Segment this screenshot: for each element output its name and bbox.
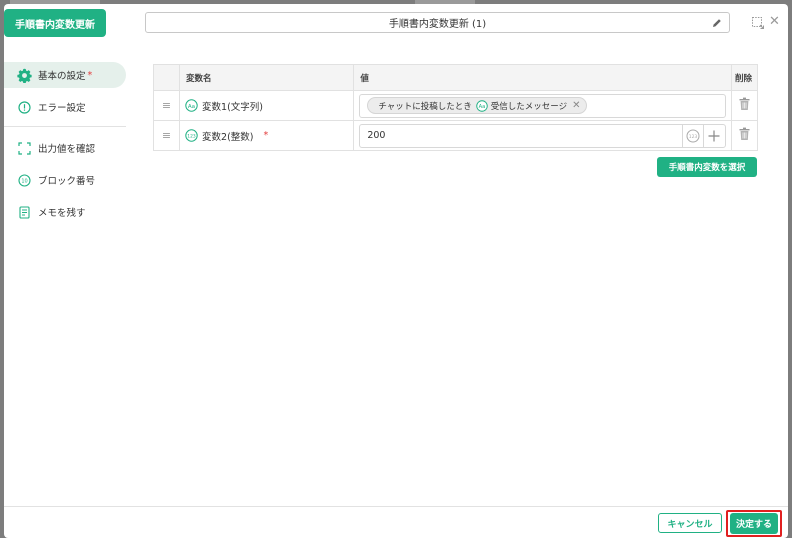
table-row: ≡ Aa 変数1(文字列) チャットに投稿したとき Aa 受信したメッセージ ✕ xyxy=(153,90,759,121)
sidebar-item-label: エラー設定 xyxy=(38,103,86,114)
value-field[interactable]: チャットに投稿したとき Aa 受信したメッセージ ✕ xyxy=(359,93,726,118)
dialog: 手順書内変数更新 手順書内変数更新 (1) ✕ 基本の設定 * エラー設定 出力… xyxy=(4,4,788,538)
value-text: 200 xyxy=(367,130,386,141)
gear-icon xyxy=(16,67,32,83)
chip-label: 受信したメッセージ xyxy=(490,101,568,112)
settings-sidebar: 基本の設定 * エラー設定 出力値を確認 10 ブロック番号 メモを残す xyxy=(4,62,126,225)
variable-chip[interactable]: チャットに投稿したとき Aa 受信したメッセージ ✕ xyxy=(367,97,588,114)
trash-icon[interactable] xyxy=(738,97,751,111)
block-title-field[interactable]: 手順書内変数更新 (1) xyxy=(145,12,730,33)
variables-table: 変数名 値 削除 ≡ Aa 変数1(文字列) チャットに投稿したとき Aa 受信… xyxy=(153,64,759,151)
header-delete: 削除 xyxy=(731,64,759,91)
chip-prefix: チャットに投稿したとき xyxy=(378,101,472,112)
required-mark: * xyxy=(263,130,269,141)
header-drag xyxy=(153,64,181,91)
close-icon[interactable]: ✕ xyxy=(769,15,783,29)
alert-circle-icon xyxy=(16,99,32,115)
number-badge-icon: 10 xyxy=(16,172,32,188)
type-icon-text: Aa xyxy=(188,104,195,110)
variable-name: 変数2(整数) xyxy=(202,131,254,143)
insert-number-icon[interactable]: 123 xyxy=(686,129,700,143)
divider xyxy=(681,124,683,147)
sidebar-item-leave-memo[interactable]: メモを残す xyxy=(4,199,126,225)
number-type-icon: 123 xyxy=(185,129,202,142)
variable-name: 変数1(文字列) xyxy=(202,101,263,113)
svg-text:123: 123 xyxy=(689,133,698,139)
memo-icon xyxy=(16,204,32,220)
block-type-tag: 手順書内変数更新 xyxy=(4,9,106,37)
sidebar-item-error-settings[interactable]: エラー設定 xyxy=(4,94,126,120)
expand-icon[interactable] xyxy=(751,16,765,30)
block-title-text: 手順書内変数更新 (1) xyxy=(388,19,487,30)
sidebar-divider xyxy=(4,126,126,127)
sidebar-item-basic-settings[interactable]: 基本の設定 * xyxy=(4,62,126,88)
svg-text:10: 10 xyxy=(21,178,27,184)
drag-handle[interactable]: ≡ xyxy=(162,99,171,112)
frame-icon xyxy=(16,140,32,156)
text-type-icon: Aa xyxy=(472,99,491,112)
header-variable-name: 変数名 xyxy=(179,64,355,91)
header-value: 値 xyxy=(353,64,732,91)
trash-icon[interactable] xyxy=(738,127,751,141)
table-row: ≡ 123 変数2(整数) * 200 123 xyxy=(153,120,759,151)
type-icon-text: Aa xyxy=(478,104,485,110)
divider xyxy=(702,124,704,147)
text-type-icon: Aa xyxy=(185,99,202,112)
footer-divider xyxy=(4,506,788,507)
sidebar-item-label: メモを残す xyxy=(38,208,86,219)
value-field[interactable]: 200 123 xyxy=(359,123,726,148)
sidebar-item-label: 基本の設定 xyxy=(38,71,86,82)
sidebar-item-block-number[interactable]: 10 ブロック番号 xyxy=(4,167,126,193)
type-icon-text: 123 xyxy=(187,133,196,139)
cancel-button[interactable]: キャンセル xyxy=(658,513,722,533)
plus-icon[interactable] xyxy=(707,129,721,143)
sidebar-item-label: 出力値を確認 xyxy=(38,144,96,155)
remove-chip-icon[interactable]: ✕ xyxy=(572,100,580,111)
confirm-button[interactable]: 決定する xyxy=(730,513,778,534)
table-header-row: 変数名 値 削除 xyxy=(153,64,759,91)
drag-handle[interactable]: ≡ xyxy=(162,129,171,142)
select-variable-button[interactable]: 手順書内変数を選択 xyxy=(657,157,757,177)
pencil-icon[interactable] xyxy=(711,17,723,29)
required-mark: * xyxy=(87,69,93,81)
sidebar-item-label: ブロック番号 xyxy=(38,176,96,187)
sidebar-item-check-output[interactable]: 出力値を確認 xyxy=(4,135,126,161)
